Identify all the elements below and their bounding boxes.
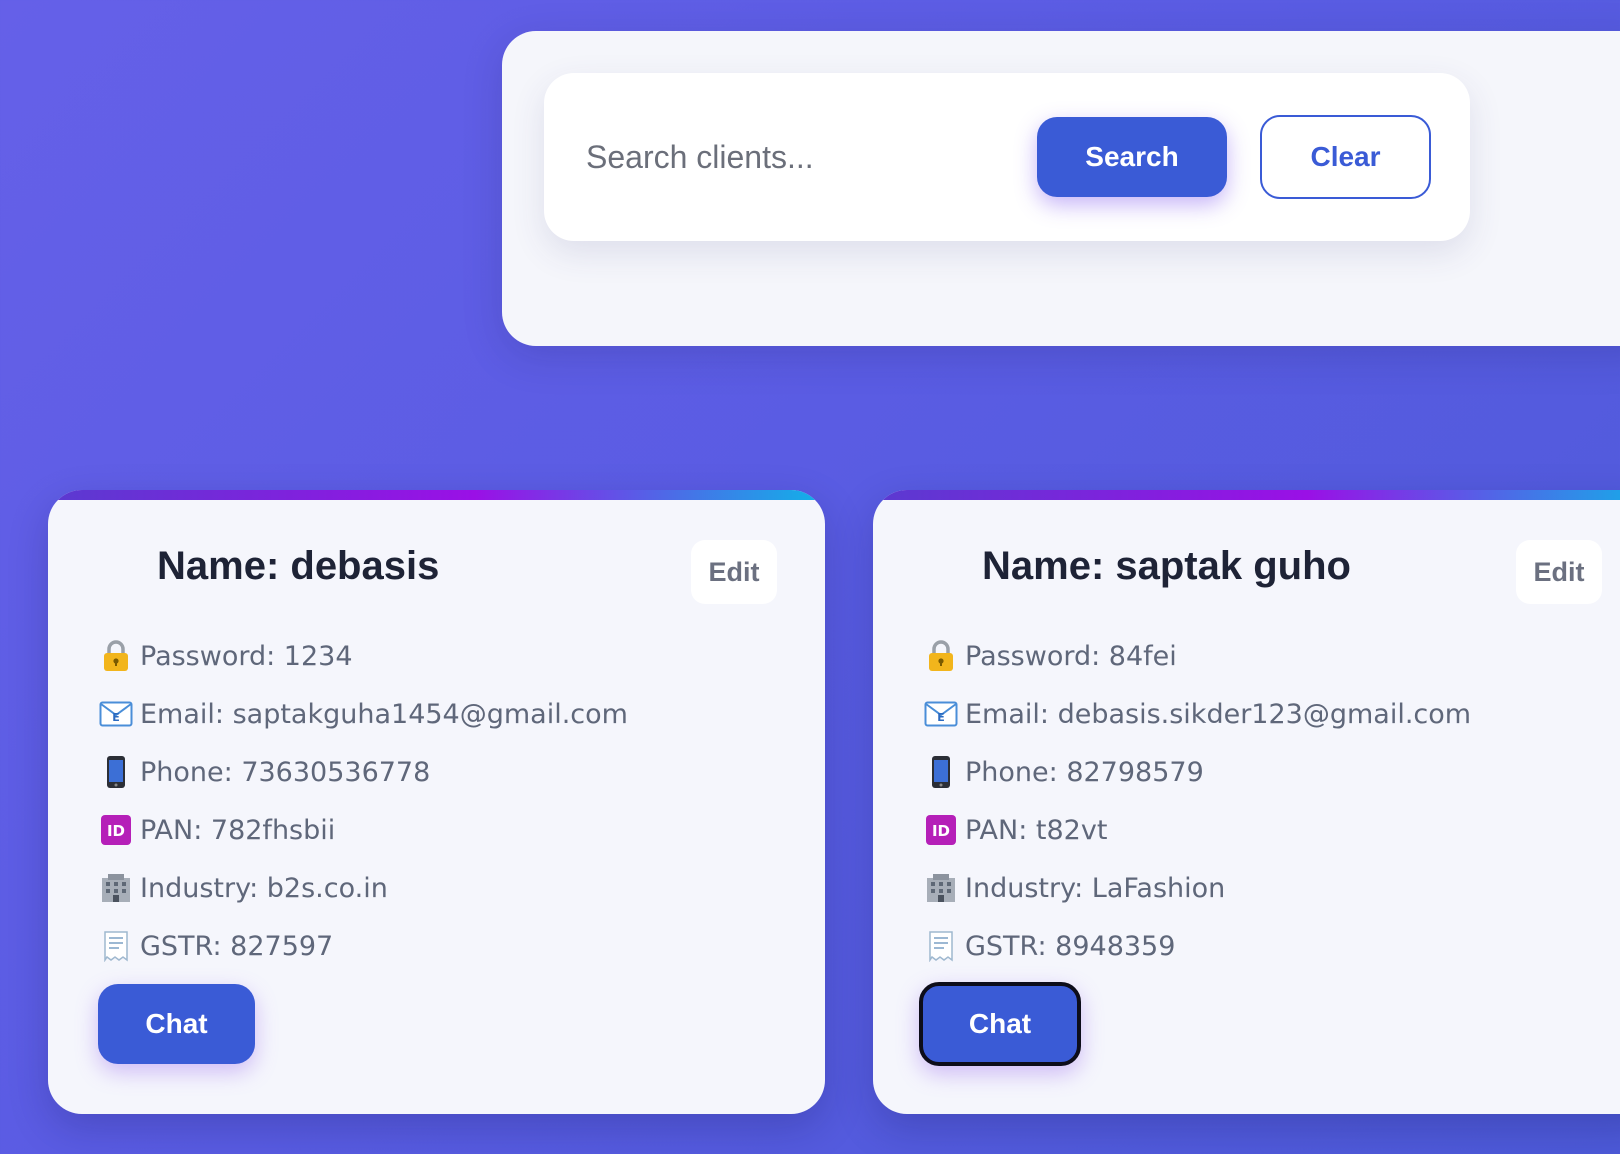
client-gstr: GSTR: 8948359 [923,926,1175,966]
svg-text:ID: ID [932,822,950,840]
phone-text: Phone: 82798579 [965,756,1204,788]
client-card: Name: debasis Edit Password: 1234 E Emai… [48,490,825,1114]
client-password: Password: 84fei [923,636,1177,676]
client-industry: Industry: LaFashion [923,868,1225,908]
search-input[interactable] [544,73,1014,241]
gstr-text: GSTR: 8948359 [965,930,1176,962]
client-password: Password: 1234 [98,636,353,676]
pan-text: PAN: 782fhsbii [140,814,336,846]
email-text: Email: debasis.sikder123@gmail.com [965,698,1472,730]
client-name: Name: saptak guho [982,544,1351,588]
phone-text: Phone: 73630536778 [140,756,431,788]
search-panel: Search Clear [502,31,1620,346]
chat-button[interactable]: Chat [919,982,1081,1066]
client-industry: Industry: b2s.co.in [98,868,388,908]
office-building-icon [98,870,134,906]
client-email: E Email: saptakguha1454@gmail.com [98,694,628,734]
card-accent-bar [48,490,825,500]
lock-icon [98,638,134,674]
svg-text:E: E [937,711,945,724]
client-gstr: GSTR: 827597 [98,926,333,966]
mobile-phone-icon [98,754,134,790]
email-icon: E [923,696,959,732]
search-button[interactable]: Search [1037,117,1227,197]
industry-text: Industry: LaFashion [965,872,1226,904]
office-building-icon [923,870,959,906]
client-name: Name: debasis [157,544,440,588]
email-text: Email: saptakguha1454@gmail.com [140,698,628,730]
search-bar: Search Clear [544,73,1470,241]
lock-icon [923,638,959,674]
gstr-text: GSTR: 827597 [140,930,334,962]
industry-text: Industry: b2s.co.in [140,872,388,904]
password-text: Password: 84fei [965,640,1177,672]
client-phone: Phone: 82798579 [923,752,1204,792]
id-icon: ID [98,812,134,848]
svg-text:ID: ID [107,822,125,840]
mobile-phone-icon [923,754,959,790]
pan-text: PAN: t82vt [965,814,1108,846]
chat-button[interactable]: Chat [98,984,255,1064]
receipt-icon [923,928,959,964]
email-icon: E [98,696,134,732]
client-pan: ID PAN: t82vt [923,810,1107,850]
edit-button[interactable]: Edit [1516,540,1602,604]
client-phone: Phone: 73630536778 [98,752,430,792]
client-pan: ID PAN: 782fhsbii [98,810,335,850]
client-card: Name: saptak guho Edit Password: 84fei E… [873,490,1620,1114]
receipt-icon [98,928,134,964]
client-email: E Email: debasis.sikder123@gmail.com [923,694,1471,734]
card-accent-bar [873,490,1620,500]
password-text: Password: 1234 [140,640,353,672]
svg-text:E: E [112,711,120,724]
id-icon: ID [923,812,959,848]
edit-button[interactable]: Edit [691,540,777,604]
clear-button[interactable]: Clear [1260,115,1431,199]
